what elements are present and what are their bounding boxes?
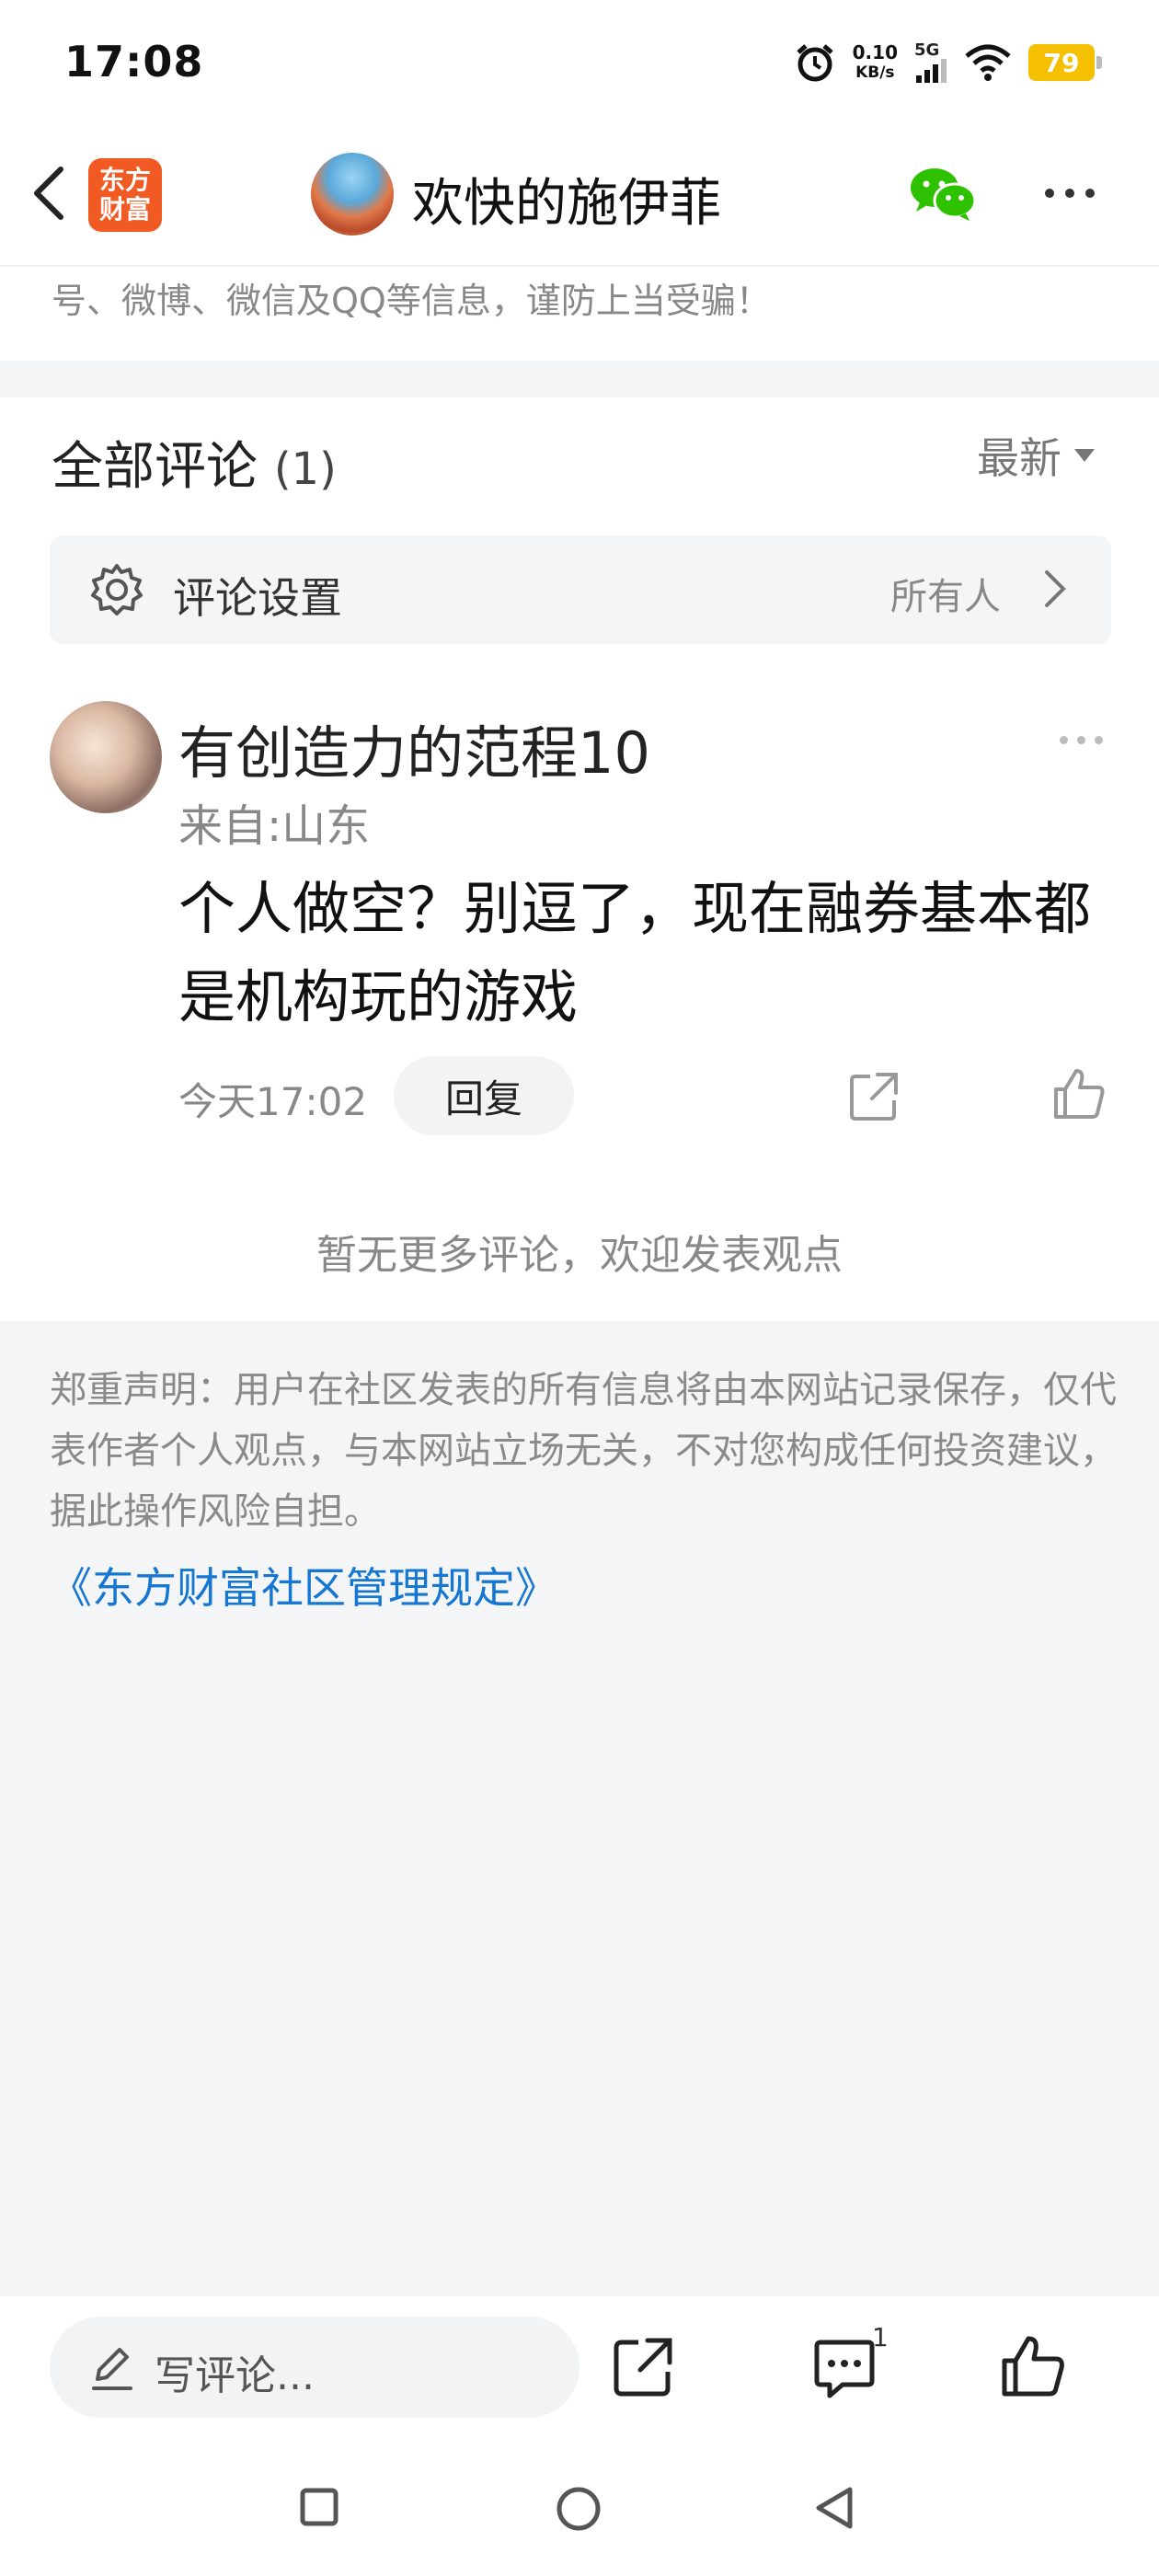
dropdown-triangle-icon [1074,449,1095,462]
no-more-comments: 暂无更多评论，欢迎发表观点 [316,1232,843,1279]
home-icon[interactable] [556,2486,602,2532]
notice-text: 号、微博、微信及QQ等信息，谨防上当受骗！ [52,281,771,321]
header-divider [0,265,1159,267]
back-icon[interactable] [20,156,75,230]
app-logo[interactable]: 东方 财富 [88,158,162,232]
comment-text[interactable]: 个人做空？别逗了，现在融券基本都是机构玩的游戏 [178,865,1107,1041]
like-icon[interactable] [1050,1065,1107,1122]
comment-author[interactable]: 有创造力的范程10 [178,707,650,789]
disclaimer-text: 郑重声明：用户在社区发表的所有信息将由本网站记录保存，仅代表作者个人观点，与本网… [50,1369,1117,1533]
comments-count: (1) [273,443,337,495]
settings-value: 所有人 [890,576,1001,618]
back-nav-icon[interactable] [813,2484,855,2532]
comment-location: 来自:山东 [178,800,371,852]
comment-input-placeholder: 写评论... [155,2352,315,2399]
user-name[interactable]: 欢快的施伊菲 [412,162,721,236]
status-time: 17:08 [64,37,204,86]
comment-count-badge: 1 [872,2322,889,2352]
chevron-right-icon [1045,570,1066,607]
recent-apps-icon[interactable] [300,2488,339,2526]
wechat-icon[interactable] [909,166,977,223]
user-avatar[interactable] [311,153,394,236]
share-icon[interactable] [611,2335,675,2399]
wifi-icon [965,44,1011,81]
net-speed: 0.10 KB/s [852,41,898,82]
comment-avatar[interactable] [50,701,162,813]
comments-title: 全部评论 (1) [52,437,337,497]
settings-label: 评论设置 [173,573,342,623]
gear-icon [91,564,143,615]
community-rules-link[interactable]: 《东方财富社区管理规定》 [50,1555,557,1616]
more-icon[interactable] [1045,189,1095,198]
signal-icon [916,59,947,83]
pencil-icon [92,2348,132,2390]
share-icon[interactable] [846,1069,901,1124]
comment-more-icon[interactable] [1060,736,1103,744]
sort-dropdown[interactable]: 最新 [977,425,1095,486]
alarm-icon [796,44,833,82]
comment-icon[interactable] [811,2337,878,2401]
reply-button[interactable]: 回复 [394,1056,574,1135]
section-divider [0,361,1159,397]
comment-time: 今天17:02 [178,1079,368,1124]
status-icons: 0.10 KB/s 5G 79 [794,35,1102,90]
battery-icon: 79 [1028,44,1102,81]
like-icon[interactable] [999,2333,1067,2399]
signal-indicator: 5G [914,42,947,83]
